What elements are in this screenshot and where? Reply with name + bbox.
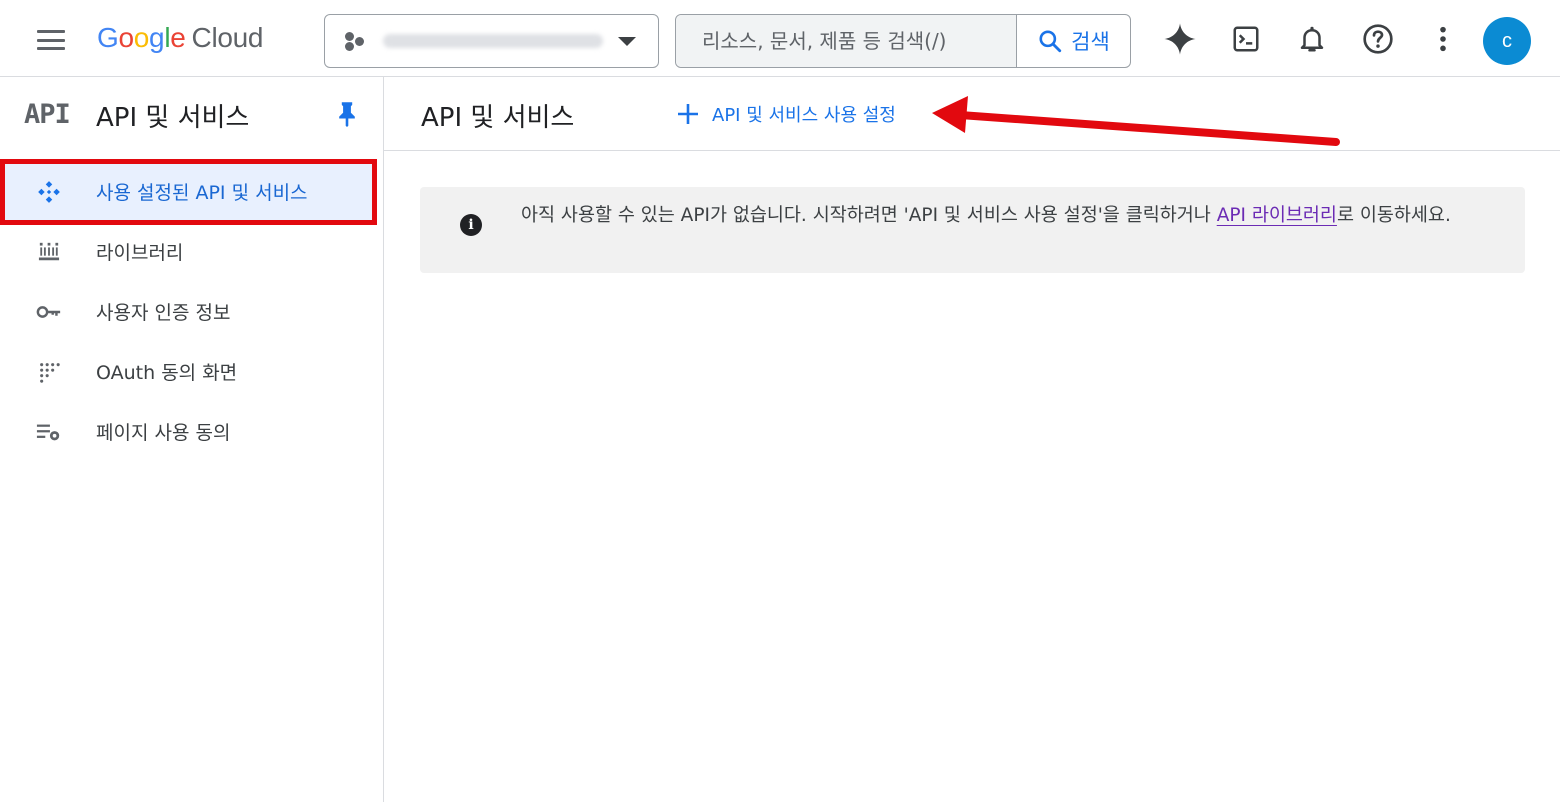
project-name-redacted (383, 34, 603, 48)
page-title: API 및 서비스 (421, 103, 575, 133)
settings-list-icon (36, 419, 62, 445)
main-menu-icon[interactable] (30, 24, 72, 56)
logo-letter: G (97, 22, 119, 53)
info-text-after: 로 이동하세요. (1336, 205, 1451, 226)
sidebar: API API 및 서비스 사용 설정된 API 및 서비스 라이브러리 사용자… (0, 77, 384, 802)
key-icon (36, 299, 62, 325)
logo-cloud-text: Cloud (191, 22, 264, 53)
search-icon (1039, 30, 1062, 53)
api-diamond-icon (36, 179, 62, 205)
sidebar-item-label: 사용 설정된 API 및 서비스 (96, 181, 308, 204)
google-cloud-logo[interactable]: Google Cloud (97, 22, 264, 54)
sidebar-item-enabled-apis[interactable]: 사용 설정된 API 및 서비스 (0, 161, 376, 221)
chevron-down-icon (618, 37, 636, 46)
enable-apis-label: API 및 서비스 사용 설정 (712, 105, 896, 126)
project-picker[interactable] (324, 14, 659, 68)
sidebar-title: API 및 서비스 (96, 103, 250, 133)
sidebar-header: API API 및 서비스 (0, 77, 383, 153)
sidebar-item-label: OAuth 동의 화면 (96, 361, 238, 384)
sidebar-item-label: 페이지 사용 동의 (96, 421, 231, 444)
info-message: 아직 사용할 수 있는 API가 없습니다. 시작하려면 'API 및 서비스 … (521, 201, 1511, 231)
api-library-link[interactable]: API 라이브러리 (1217, 205, 1337, 226)
logo-letter: e (170, 22, 186, 53)
main-header: API 및 서비스 API 및 서비스 사용 설정 (384, 77, 1560, 151)
logo-letter: g (149, 22, 165, 53)
library-icon (36, 239, 62, 265)
gemini-sparkle-icon[interactable] (1160, 19, 1200, 59)
pin-icon[interactable] (336, 101, 358, 127)
sidebar-item-library[interactable]: 라이브러리 (0, 221, 376, 281)
cloud-shell-icon[interactable] (1226, 19, 1266, 59)
sidebar-item-label: 라이브러리 (96, 241, 184, 264)
api-logo-icon: API (24, 99, 71, 130)
sidebar-item-oauth-consent[interactable]: OAuth 동의 화면 (0, 341, 376, 401)
oauth-dots-icon (36, 359, 62, 385)
search-input[interactable] (676, 15, 1016, 67)
sidebar-item-credentials[interactable]: 사용자 인증 정보 (0, 281, 376, 341)
help-icon[interactable] (1358, 19, 1398, 59)
account-avatar[interactable]: c (1483, 17, 1531, 65)
enable-apis-button[interactable]: API 및 서비스 사용 설정 (676, 97, 896, 131)
search-button[interactable]: 검색 (1016, 15, 1130, 67)
notifications-bell-icon[interactable] (1292, 19, 1332, 59)
logo-letter: o (133, 22, 150, 53)
search-button-label: 검색 (1071, 30, 1110, 54)
avatar-letter: c (1502, 29, 1512, 52)
project-icon (343, 30, 369, 52)
search-box: 검색 (675, 14, 1131, 68)
logo-letter: o (118, 22, 134, 53)
info-text-before: 아직 사용할 수 있는 API가 없습니다. 시작하려면 'API 및 서비스 … (521, 205, 1217, 226)
plus-icon (678, 104, 698, 124)
info-icon: i (460, 214, 482, 236)
top-bar: GoogleCloud 검색 c (0, 0, 1560, 77)
sidebar-item-page-usage-agreements[interactable]: 페이지 사용 동의 (0, 401, 376, 461)
info-banner: i 아직 사용할 수 있는 API가 없습니다. 시작하려면 'API 및 서비… (420, 187, 1525, 273)
sidebar-item-label: 사용자 인증 정보 (96, 301, 231, 324)
more-vert-icon[interactable] (1423, 19, 1463, 59)
